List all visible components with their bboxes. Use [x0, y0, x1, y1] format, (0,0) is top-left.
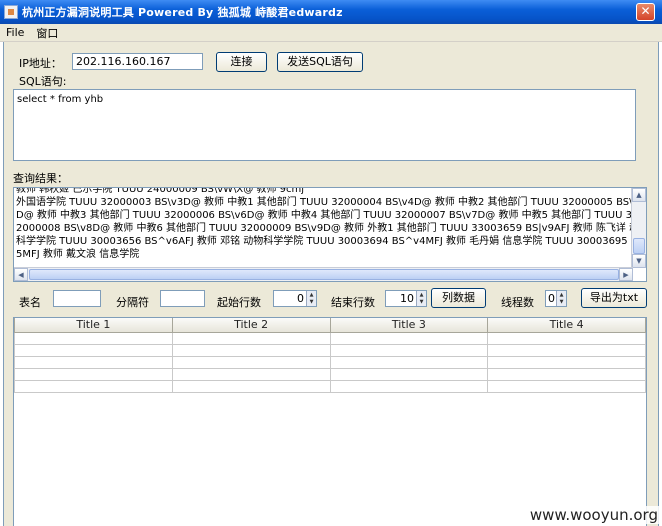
column-header[interactable]: Title 3 — [329, 318, 489, 333]
client-area: IP地址： 202.116.160.167 连接 发送SQL语句 SQL语句: … — [3, 42, 659, 526]
window-title: 杭州正方漏洞说明工具 Powered By 独孤城 峙酸君edwardz — [22, 6, 343, 19]
column-header[interactable]: Title 4 — [487, 318, 646, 333]
table-name-label: 表名 — [19, 296, 41, 309]
menu-file[interactable]: File — [0, 26, 30, 39]
scroll-down-icon[interactable]: ▼ — [632, 254, 646, 268]
table-row[interactable] — [14, 355, 646, 369]
result-line: 5MFJ 教师 戴文浪 信息学院 — [16, 249, 140, 260]
data-table[interactable]: Title 1 Title 2 Title 3 Title 4 — [13, 317, 647, 526]
result-vscrollbar[interactable]: ▲ ▼ — [631, 188, 646, 268]
app-icon — [4, 5, 18, 19]
result-area[interactable]: 教师 韩秋姬 已示学院 TUUU 24000009 BS\vW\X@ 教师 9c… — [13, 187, 647, 282]
menu-bar: File 窗口 — [0, 24, 662, 42]
end-row-spinner[interactable]: 10 ▲ ▼ — [385, 290, 427, 307]
separator-label: 分隔符 — [116, 296, 149, 309]
window-titlebar: 杭州正方漏洞说明工具 Powered By 独孤城 峙酸君edwardz ✕ — [0, 0, 662, 24]
watermark: www.wooyun.org — [527, 506, 660, 524]
separator-input[interactable] — [160, 290, 205, 307]
column-header[interactable]: Title 2 — [171, 318, 331, 333]
ip-label: IP地址： — [19, 57, 62, 70]
list-data-button[interactable]: 列数据 — [431, 288, 486, 308]
threads-label: 线程数 — [501, 296, 534, 309]
result-line: 教师 韩秋姬 已示学院 TUUU 24000009 BS\vW\X@ 教师 9c… — [16, 187, 305, 195]
column-header[interactable]: Title 1 — [14, 318, 173, 333]
close-icon[interactable]: ✕ — [636, 3, 655, 21]
spinner-down-icon[interactable]: ▼ — [306, 298, 316, 306]
end-row-label: 结束行数 — [331, 296, 375, 309]
start-row-spinner[interactable]: 0 ▲ ▼ — [273, 290, 317, 307]
connect-button[interactable]: 连接 — [216, 52, 267, 72]
start-row-label: 起始行数 — [217, 296, 261, 309]
menu-window[interactable]: 窗口 — [30, 25, 64, 41]
table-row[interactable] — [14, 343, 646, 357]
threads-spinner[interactable]: 0 ▲ ▼ — [545, 290, 567, 307]
result-line: D@ 教师 中教3 其他部门 TUUU 32000006 BS\v6D@ 教师 … — [16, 210, 632, 221]
scroll-up-icon[interactable]: ▲ — [632, 188, 646, 202]
spinner-down-icon[interactable]: ▼ — [416, 298, 426, 306]
threads-value: 0 — [548, 292, 555, 305]
result-line: 外国语学院 TUUU 32000003 BS\v3D@ 教师 中教1 其他部门 … — [16, 197, 634, 208]
result-hscroll-thumb[interactable] — [29, 269, 619, 280]
table-row[interactable] — [14, 379, 646, 393]
table-row[interactable] — [14, 367, 646, 381]
start-row-value: 0 — [297, 292, 304, 305]
scroll-left-icon[interactable]: ◀ — [14, 268, 28, 281]
export-txt-button[interactable]: 导出为txt — [581, 288, 647, 308]
send-sql-button[interactable]: 发送SQL语句 — [277, 52, 363, 72]
table-name-input[interactable] — [53, 290, 101, 307]
result-line: 2000008 BS\v8D@ 教师 中教6 其他部门 TUUU 3200000… — [16, 223, 634, 234]
result-line: 科学学院 TUUU 30003656 BS^v6AFJ 教师 邓铭 动物科学学院… — [16, 236, 634, 247]
result-hscrollbar[interactable]: ◀ ▶ — [14, 267, 633, 281]
result-label: 查询结果： — [13, 172, 68, 185]
sql-textarea[interactable]: select * from yhb — [13, 89, 636, 161]
sql-label: SQL语句: — [19, 75, 67, 88]
table-row[interactable] — [14, 331, 646, 345]
end-row-value: 10 — [400, 292, 414, 305]
scroll-right-icon[interactable]: ▶ — [619, 268, 633, 281]
ip-input[interactable]: 202.116.160.167 — [72, 53, 203, 70]
spinner-down-icon[interactable]: ▼ — [556, 298, 566, 306]
result-vscroll-thumb[interactable] — [633, 238, 645, 254]
